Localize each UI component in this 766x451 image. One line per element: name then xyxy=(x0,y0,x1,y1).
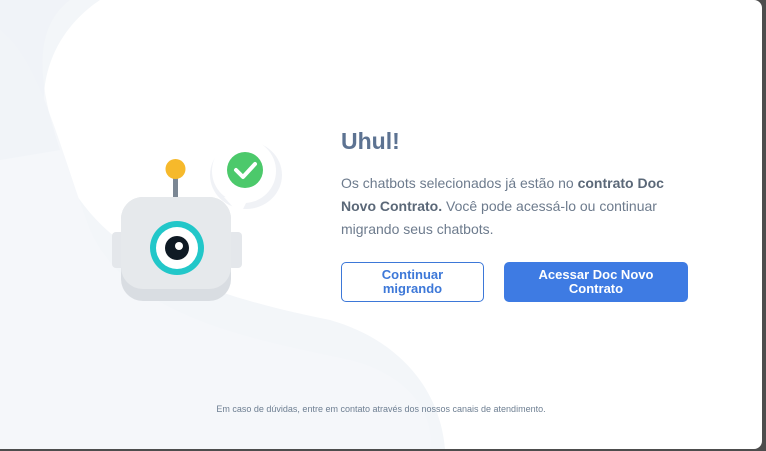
footer-help-text: Em caso de dúvidas, entre em contato atr… xyxy=(216,404,546,414)
success-dialog: Uhul! Os chatbots selecionados já estão … xyxy=(0,0,762,449)
robot-illustration xyxy=(112,139,282,301)
dialog-actions: Continuar migrando Acessar Doc Novo Cont… xyxy=(341,262,701,302)
dialog-title: Uhul! xyxy=(341,128,400,154)
message-prefix: Os chatbots selecionados já estão no xyxy=(341,175,578,191)
check-circle-icon xyxy=(227,152,263,188)
dialog-message: Os chatbots selecionados já estão no con… xyxy=(341,172,671,241)
access-contract-button[interactable]: Acessar Doc Novo Contrato xyxy=(504,262,688,302)
dialog-content: Uhul! Os chatbots selecionados já estão … xyxy=(341,124,701,302)
continue-migrating-button[interactable]: Continuar migrando xyxy=(341,262,484,302)
